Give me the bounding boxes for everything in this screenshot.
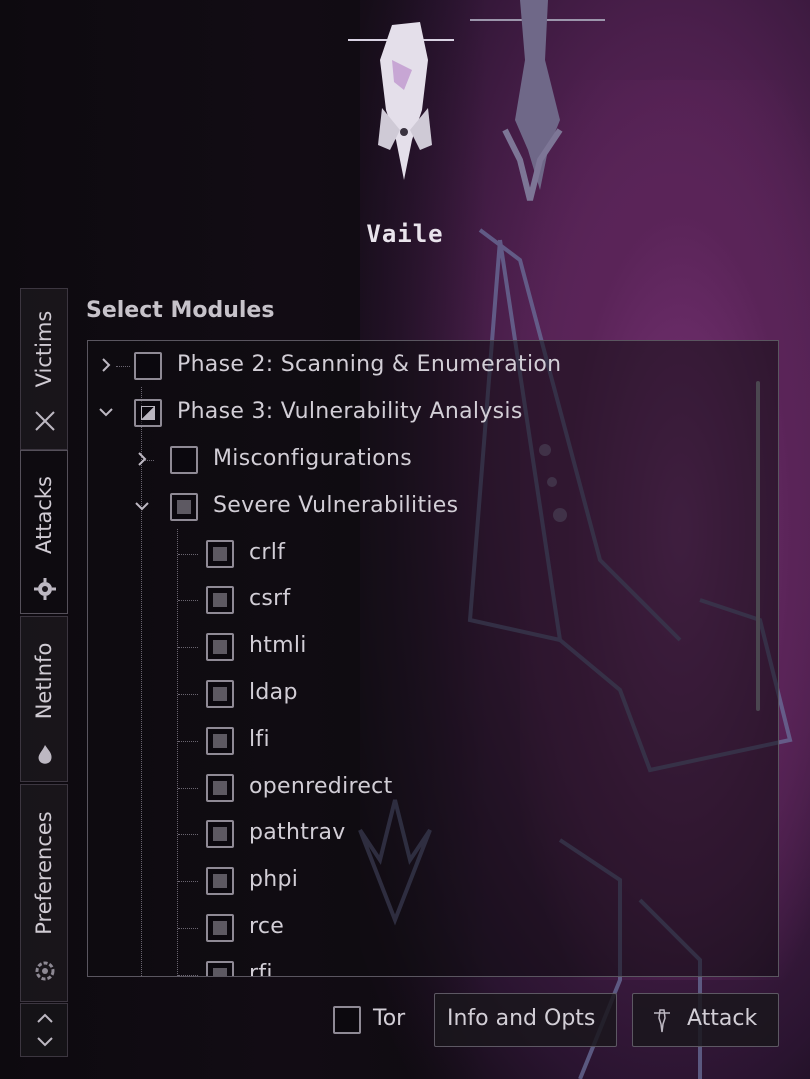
severe-vulnerabilities-label: Severe Vulnerabilities: [213, 493, 459, 518]
openredirect-checkbox[interactable]: [206, 774, 234, 802]
ldap-checkbox[interactable]: [206, 680, 234, 708]
tree-leaf-ldap[interactable]: ldap: [88, 671, 778, 717]
attack-button[interactable]: Attack: [632, 993, 779, 1047]
module-label: csrf: [249, 586, 291, 611]
module-label: rfi: [249, 961, 273, 977]
crlf-checkbox[interactable]: [206, 540, 234, 568]
tab-attacks[interactable]: Attacks: [20, 450, 68, 614]
tab-preferences[interactable]: Preferences: [20, 784, 68, 1002]
chevron-up-icon[interactable]: [35, 1010, 55, 1026]
tab-netinfo[interactable]: NetInfo: [20, 616, 68, 782]
tree-leaf-lfi[interactable]: lfi: [88, 718, 778, 764]
misconfigurations-label: Misconfigurations: [213, 446, 413, 471]
chevron-down-icon[interactable]: [35, 1034, 55, 1050]
info-button-label: Info and Opts: [447, 1006, 596, 1031]
tor-checkbox[interactable]: [333, 1006, 361, 1034]
tab-victims-label: Victims: [32, 310, 56, 388]
phase2-checkbox[interactable]: [134, 352, 162, 380]
attack-button-label: Attack: [687, 1006, 758, 1031]
module-label: lfi: [249, 727, 270, 752]
lfi-checkbox[interactable]: [206, 727, 234, 755]
rce-checkbox[interactable]: [206, 914, 234, 942]
misconfigurations-checkbox[interactable]: [170, 446, 198, 474]
chevron-right-icon[interactable]: [134, 451, 150, 467]
chevron-right-icon[interactable]: [98, 357, 114, 373]
module-label: pathtrav: [249, 820, 346, 845]
ship-icon: [654, 1009, 670, 1033]
settings-icon: [35, 961, 55, 981]
gear-icon: [34, 578, 56, 600]
tree-leaf-crlf[interactable]: crlf: [88, 531, 778, 577]
tree-node-phase2[interactable]: Phase 2: Scanning & Enumeration: [88, 343, 778, 389]
flame-icon: [38, 745, 52, 764]
module-label: ldap: [249, 680, 298, 705]
rfi-checkbox[interactable]: [206, 961, 234, 976]
pathtrav-checkbox[interactable]: [206, 820, 234, 848]
tab-attacks-label: Attacks: [32, 476, 56, 554]
module-label: openredirect: [249, 774, 393, 799]
info-and-opts-button[interactable]: Info and Opts: [434, 993, 617, 1047]
tree-node-phase3[interactable]: Phase 3: Vulnerability Analysis: [88, 390, 778, 436]
ship-logo-icon: [348, 0, 605, 201]
module-label: phpi: [249, 867, 299, 892]
module-label: rce: [249, 914, 285, 939]
tab-netinfo-label: NetInfo: [32, 642, 56, 720]
crossed-swords-icon: [35, 411, 55, 431]
tree-leaf-pathtrav[interactable]: pathtrav: [88, 811, 778, 857]
chevron-down-icon[interactable]: [98, 404, 114, 420]
csrf-checkbox[interactable]: [206, 586, 234, 614]
tab-scroll-arrows[interactable]: [20, 1003, 68, 1057]
app-logo-text: Vaile: [366, 220, 444, 248]
logo: Vaile: [0, 0, 810, 270]
phase3-label: Phase 3: Vulnerability Analysis: [177, 399, 523, 424]
tree-leaf-openredirect[interactable]: openredirect: [88, 765, 778, 811]
severe-vulnerabilities-checkbox[interactable]: [170, 493, 198, 521]
module-label: htmli: [249, 633, 307, 658]
tree-leaf-csrf[interactable]: csrf: [88, 577, 778, 623]
tor-label: Tor: [373, 1006, 406, 1031]
tree-node-severe-vulnerabilities[interactable]: Severe Vulnerabilities: [88, 484, 778, 530]
module-tree[interactable]: Phase 2: Scanning & Enumeration Phase 3:…: [87, 340, 779, 977]
tree-node-misconfigurations[interactable]: Misconfigurations: [88, 437, 778, 483]
tree-leaf-phpi[interactable]: phpi: [88, 858, 778, 904]
phase2-label: Phase 2: Scanning & Enumeration: [177, 352, 562, 377]
chevron-down-icon[interactable]: [134, 498, 150, 514]
tree-leaf-rce[interactable]: rce: [88, 905, 778, 951]
module-label: crlf: [249, 540, 286, 565]
tree-leaf-rfi[interactable]: rfi: [88, 952, 778, 977]
tab-preferences-label: Preferences: [32, 811, 56, 935]
tab-victims[interactable]: Victims: [20, 288, 68, 450]
tree-leaf-htmli[interactable]: htmli: [88, 624, 778, 670]
phpi-checkbox[interactable]: [206, 867, 234, 895]
htmli-checkbox[interactable]: [206, 633, 234, 661]
panel-title: Select Modules: [86, 298, 275, 323]
phase3-checkbox[interactable]: [134, 399, 162, 427]
